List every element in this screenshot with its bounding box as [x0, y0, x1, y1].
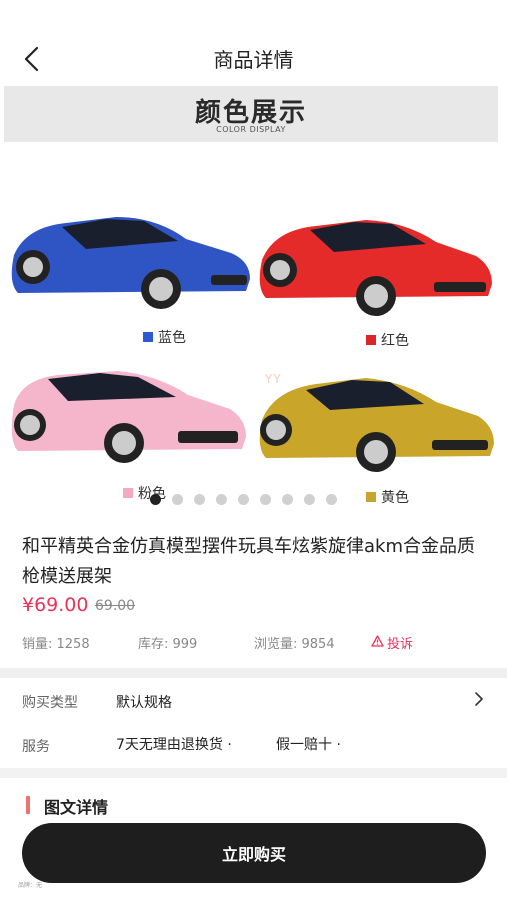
section-accent-bar: [26, 796, 30, 814]
color-text-blue: 蓝色: [158, 330, 186, 346]
complain-button[interactable]: 投诉: [371, 633, 413, 652]
warning-icon: [371, 634, 384, 651]
purchase-type-label: 购买类型: [22, 695, 78, 711]
carousel-dot[interactable]: [260, 494, 271, 505]
service-label: 服务: [22, 739, 50, 755]
page-title: 商品详情: [213, 48, 294, 72]
carousel-dot[interactable]: [304, 494, 315, 505]
color-label-red: 红色: [366, 330, 409, 350]
car-image-yellow: [259, 378, 494, 472]
color-swatch-yellow: [366, 492, 376, 502]
carousel-dot[interactable]: [282, 494, 293, 505]
color-swatch-red: [366, 335, 376, 345]
car-image-blue: [11, 217, 250, 309]
banner-title: 颜色展示: [194, 98, 307, 128]
color-swatch-pink: [123, 488, 133, 498]
top-bar: [0, 0, 507, 86]
service-guarantee: 假一赔十 ·: [276, 737, 341, 753]
complain-label: 投诉: [387, 637, 414, 652]
section-divider: [0, 668, 507, 678]
carousel-dot[interactable]: [216, 494, 227, 505]
carousel-indicator: [150, 494, 337, 505]
color-label-blue: 蓝色: [143, 327, 186, 347]
color-text-yellow: 黄色: [381, 490, 409, 506]
original-price: 69.00: [95, 598, 136, 614]
service-return: 7天无理由退换货 ·: [116, 737, 232, 753]
carousel-dot[interactable]: [150, 494, 161, 505]
sales-count: 销量: 1258: [22, 637, 90, 652]
carousel-dot[interactable]: [194, 494, 205, 505]
product-price: ¥69.00: [22, 594, 89, 616]
stock-count: 库存: 999: [138, 637, 198, 652]
carousel-dot[interactable]: [238, 494, 249, 505]
chevron-right-icon[interactable]: [472, 690, 486, 708]
buy-now-button[interactable]: 立即购买: [22, 823, 486, 883]
car-image-red: [259, 220, 492, 316]
car-image-pink: [11, 371, 246, 463]
color-swatch-blue: [143, 332, 153, 342]
purchase-type-value: 默认规格: [116, 695, 172, 711]
detail-title: 图文详情: [44, 798, 109, 817]
color-text-red: 红色: [381, 333, 409, 349]
carousel-dot[interactable]: [326, 494, 337, 505]
carousel-dot[interactable]: [172, 494, 183, 505]
color-label-yellow: 黄色: [366, 487, 409, 507]
product-title: 和平精英合金仿真模型摆件玩具车炫紫旋律akm合金品质枪模送展架: [22, 536, 475, 587]
view-count: 浏览量: 9854: [254, 637, 335, 652]
banner-subtitle: COLOR DISPLAY: [216, 125, 286, 134]
detail-note: 品牌：无: [18, 882, 43, 889]
watermark: YY: [265, 372, 282, 386]
